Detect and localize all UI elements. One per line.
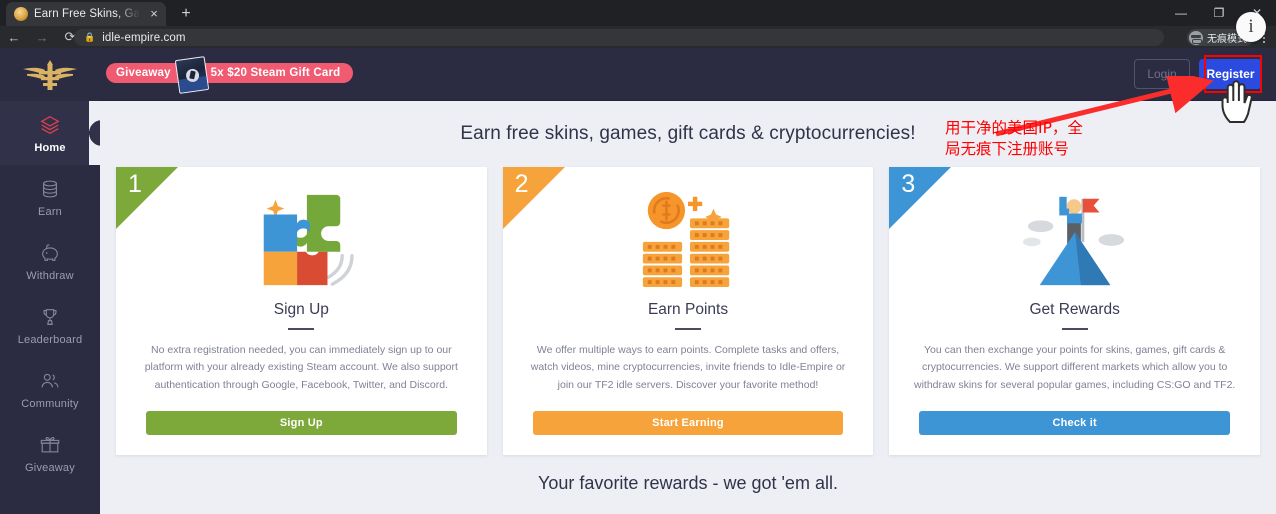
tab-close-icon[interactable]: × [146, 6, 162, 22]
piggy-bank-icon [37, 241, 63, 265]
tab-title: Earn Free Skins, Games, Gift C [34, 8, 140, 20]
main-content: Earn free skins, games, gift cards & cry… [100, 101, 1276, 514]
puzzle-pieces-illustration [242, 183, 360, 293]
people-icon [37, 369, 63, 393]
lock-icon: 🔒 [84, 32, 96, 42]
card-corner-ribbon [889, 167, 952, 229]
layers-icon [37, 113, 63, 137]
card-divider [288, 328, 315, 330]
card-number: 3 [901, 170, 916, 198]
coins-icon [37, 177, 63, 201]
card-corner-ribbon [502, 167, 565, 229]
sidebar-logo[interactable] [0, 48, 100, 101]
annotation-text: 用干净的美国IP，全 局无痕下注册账号 [945, 118, 1175, 160]
rewards-section-title: Your favorite rewards - we got 'em all. [538, 473, 838, 493]
card-title: Get Rewards [1029, 301, 1120, 318]
card-sign-up: 1 Sign Up No extra registration needed, … [116, 167, 487, 455]
check-it-button[interactable]: Check it [919, 411, 1231, 435]
card-divider [1061, 328, 1088, 330]
sidebar-item-giveaway[interactable]: Giveaway [0, 421, 100, 485]
annotation-line-1: 用干净的美国IP，全 [945, 119, 1083, 137]
trophy-icon [37, 305, 63, 329]
sidebar-item-label: Giveaway [25, 461, 75, 474]
coin-stacks-illustration [629, 183, 747, 293]
url-text: idle-empire.com [102, 31, 186, 44]
sidebar-item-community[interactable]: Community [0, 357, 100, 421]
card-title: Earn Points [647, 301, 729, 318]
card-description: We offer multiple ways to earn points. C… [530, 344, 846, 391]
card-get-rewards: 3 Get Rewards You can then exchange your… [889, 167, 1261, 455]
giveaway-prize: 5x $20 Steam Gift Card [210, 67, 341, 79]
sidebar-item-withdraw[interactable]: Withdraw [0, 229, 100, 293]
sidebar-item-earn[interactable]: Earn [0, 165, 100, 229]
back-icon[interactable]: ← [0, 26, 28, 48]
maximize-icon[interactable]: ❐ [1200, 0, 1238, 26]
eagle-logo-icon [19, 58, 81, 92]
sidebar: Home Earn Withdraw Leaderboard Community… [0, 48, 101, 514]
sidebar-item-label: Earn [37, 205, 63, 218]
new-tab-button[interactable]: + [176, 4, 196, 24]
card-description: No extra registration needed, you can im… [144, 344, 458, 391]
sidebar-item-home[interactable]: Home [0, 101, 101, 165]
giveaway-label: Giveaway [116, 67, 171, 79]
card-earn-points: 2 Earn Points We offer multiple ways to … [502, 167, 874, 455]
minimize-icon[interactable]: — [1162, 0, 1200, 26]
sign-up-button[interactable]: Sign Up [146, 411, 457, 435]
browser-tab[interactable]: Earn Free Skins, Games, Gift C × [6, 2, 166, 26]
start-earning-button[interactable]: Start Earning [532, 411, 844, 435]
card-divider [675, 328, 701, 330]
steam-gift-card-icon [174, 56, 209, 94]
sidebar-item-label: Community [21, 397, 79, 410]
forward-icon[interactable]: → [28, 26, 56, 48]
card-title: Sign Up [273, 301, 329, 318]
card-corner-ribbon [116, 167, 178, 229]
sidebar-item-leaderboard[interactable]: Leaderboard [0, 293, 100, 357]
info-bubble-icon: i [1236, 12, 1266, 42]
mountain-flag-illustration [1016, 183, 1134, 293]
annotation-line-2: 局无痕下注册账号 [945, 139, 1070, 158]
giveaway-banner[interactable]: Giveaway 5x $20 Steam Gift Card [106, 56, 354, 94]
sidebar-item-label: Withdraw [26, 269, 74, 282]
sidebar-item-label: Leaderboard [17, 333, 83, 346]
steps-cards: 1 Sign Up No extra registration needed, … [100, 145, 1276, 455]
browser-chrome: Earn Free Skins, Games, Gift C × + — ❐ ✕… [0, 0, 1276, 48]
tab-favicon-icon [14, 7, 28, 21]
card-number: 2 [514, 170, 529, 198]
browser-toolbar: ← → ⟳ 🔒 idle-empire.com ☆ 无痕模式 [0, 26, 1276, 48]
card-number: 1 [128, 170, 142, 198]
incognito-icon [1189, 30, 1203, 45]
gift-icon [37, 433, 63, 457]
card-description: You can then exchange your points for sk… [913, 344, 1236, 391]
sidebar-nav: Home Earn Withdraw Leaderboard Community… [0, 101, 101, 485]
hand-cursor-icon [1221, 80, 1253, 123]
address-bar[interactable]: 🔒 idle-empire.com [74, 29, 1164, 46]
sidebar-item-label: Home [34, 141, 66, 154]
tab-strip: Earn Free Skins, Games, Gift C × + — ❐ ✕ [0, 0, 1276, 26]
